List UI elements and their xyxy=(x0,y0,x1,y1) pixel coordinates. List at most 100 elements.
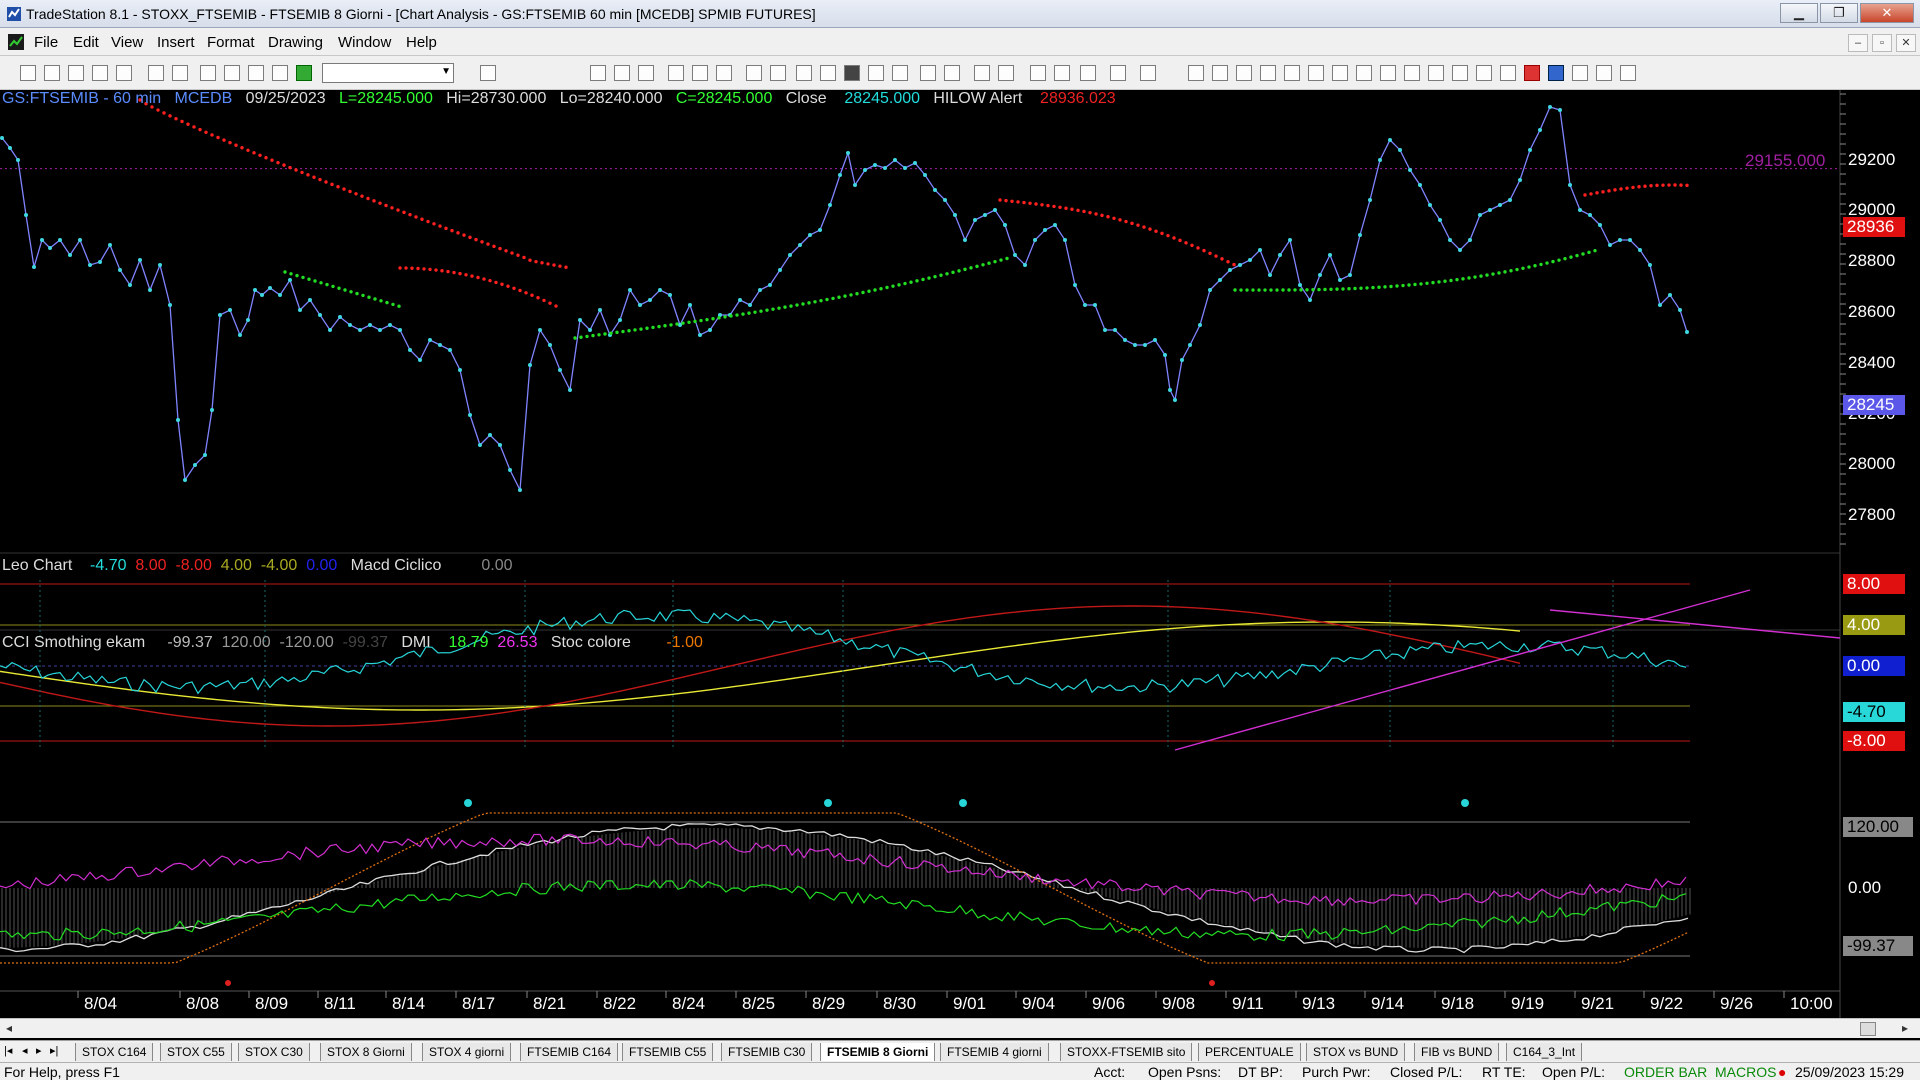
order-bar-button[interactable]: ORDER BAR xyxy=(1624,1064,1707,1080)
tab-stox-c30[interactable]: STOX C30 xyxy=(238,1043,310,1061)
menu-help[interactable]: Help xyxy=(406,34,437,51)
tab-fib-vs-bund[interactable]: FIB vs BUND xyxy=(1414,1043,1500,1061)
prev-tab-icon[interactable]: ◂ xyxy=(22,1044,28,1057)
scroll-thumb[interactable] xyxy=(1860,1022,1876,1036)
tools-icon[interactable] xyxy=(1080,65,1096,81)
indicator-icon[interactable] xyxy=(746,65,762,81)
snap-icon[interactable] xyxy=(1110,65,1126,81)
magnifier-icon[interactable] xyxy=(480,65,496,81)
menu-edit[interactable]: Edit xyxy=(73,34,99,51)
andrews-pitchfork-icon[interactable] xyxy=(1356,65,1372,81)
symbol-combobox[interactable]: ▼ xyxy=(322,63,454,83)
menu-drawing[interactable]: Drawing xyxy=(268,34,323,51)
mdi-close-button[interactable]: ✕ xyxy=(1896,34,1916,52)
zoom-in-icon[interactable] xyxy=(974,65,990,81)
print-icon[interactable] xyxy=(172,65,188,81)
menu-insert[interactable]: Insert xyxy=(157,34,195,51)
tab-percentuale[interactable]: PERCENTUALE xyxy=(1198,1043,1301,1061)
curve-icon[interactable] xyxy=(1500,65,1516,81)
mdi-restore-button[interactable]: ▫ xyxy=(1872,34,1892,52)
chart-type-icon[interactable] xyxy=(668,65,684,81)
tab-stoxx-ftsemib-sito[interactable]: STOXX-FTSEMIB sito xyxy=(1060,1043,1193,1061)
copy-icon[interactable] xyxy=(224,65,240,81)
restore-button[interactable]: ❐ xyxy=(1820,3,1858,23)
scroll-left-arrow-icon[interactable]: ◂ xyxy=(6,1021,12,1035)
speed-lines-icon[interactable] xyxy=(1284,65,1300,81)
watchlist-icon[interactable] xyxy=(820,65,836,81)
horizontal-scrollbar[interactable]: ◂ ▸ xyxy=(0,1018,1920,1038)
tab-stox-c55[interactable]: STOX C55 xyxy=(160,1043,232,1061)
chart-style-icon[interactable] xyxy=(272,65,288,81)
new-icon[interactable] xyxy=(20,65,36,81)
text-icon[interactable] xyxy=(1620,65,1636,81)
gann-fan-icon[interactable] xyxy=(1308,65,1324,81)
chart-canvas[interactable] xyxy=(0,90,1920,1018)
last-tab-icon[interactable]: ▸| xyxy=(50,1044,58,1057)
vertical-lines-icon[interactable] xyxy=(1212,65,1228,81)
bar-spacing-icon[interactable] xyxy=(892,65,908,81)
mdi-minimize-button[interactable]: – xyxy=(1848,34,1868,52)
tab-ftsemib-4-giorni[interactable]: FTSEMIB 4 giorni xyxy=(940,1043,1049,1061)
menu-file[interactable]: File xyxy=(34,34,58,51)
table-icon[interactable] xyxy=(638,65,654,81)
scroll-right-arrow-icon[interactable]: ▸ xyxy=(1902,1021,1908,1035)
menu-format[interactable]: Format xyxy=(207,34,255,51)
order-icon[interactable] xyxy=(1054,65,1070,81)
cycle-icon[interactable] xyxy=(1452,65,1468,81)
save-icon[interactable] xyxy=(148,65,164,81)
new-window-icon[interactable] xyxy=(92,65,108,81)
close-button[interactable]: ✕ xyxy=(1860,3,1914,23)
save-workspace-icon[interactable] xyxy=(68,65,84,81)
alert-label: HILOW Alert xyxy=(933,90,1023,107)
grid-view-icon[interactable] xyxy=(590,65,606,81)
tab-stox-4-giorni[interactable]: STOX 4 giorni xyxy=(422,1043,512,1061)
first-tab-icon[interactable]: |◂ xyxy=(4,1044,12,1057)
tab-ftsemib-c164[interactable]: FTSEMIB C164 xyxy=(520,1043,619,1061)
next-tab-icon[interactable]: ▸ xyxy=(36,1044,42,1057)
tab-ftsemib-c30[interactable]: FTSEMIB C30 xyxy=(721,1043,813,1061)
scroll-left-icon[interactable] xyxy=(920,65,936,81)
open-icon[interactable] xyxy=(44,65,60,81)
zoom-out-icon[interactable] xyxy=(998,65,1014,81)
regression-icon[interactable] xyxy=(1332,65,1348,81)
folder-icon[interactable] xyxy=(116,65,132,81)
macros-button[interactable]: MACROS xyxy=(1715,1064,1776,1080)
minimize-button[interactable]: ▁ xyxy=(1780,3,1818,23)
tab-ftsemib-8-giorni[interactable]: FTSEMIB 8 Giorni xyxy=(820,1043,936,1061)
cut-icon[interactable] xyxy=(200,65,216,81)
template-icon[interactable] xyxy=(1140,65,1156,81)
chevron-down-icon[interactable]: ▼ xyxy=(441,66,451,77)
tab-stox-8-giorni[interactable]: STOX 8 Giorni xyxy=(320,1043,412,1061)
tab-c164-3-int[interactable]: C164_3_Int xyxy=(1506,1043,1583,1061)
menu-view[interactable]: View xyxy=(111,34,143,51)
freehand-icon[interactable] xyxy=(1476,65,1492,81)
bar-chart-icon[interactable] xyxy=(692,65,708,81)
list-view-icon[interactable] xyxy=(614,65,630,81)
up-arrow-icon[interactable] xyxy=(1548,65,1564,81)
radar-icon[interactable] xyxy=(796,65,812,81)
chart-window[interactable]: GS:FTSEMIB - 60 min MCEDB 09/25/2023 L=2… xyxy=(0,90,1920,1030)
horizontal-lines-icon[interactable] xyxy=(1236,65,1252,81)
arc-icon[interactable] xyxy=(1428,65,1444,81)
down-arrow-icon[interactable] xyxy=(1524,65,1540,81)
pointer-icon[interactable] xyxy=(1030,65,1046,81)
chart-window-icon[interactable] xyxy=(8,34,24,50)
ellipse-icon[interactable] xyxy=(1572,65,1588,81)
tab-stox-vs-bund[interactable]: STOX vs BUND xyxy=(1306,1043,1406,1061)
insert-analysis-icon[interactable] xyxy=(716,65,732,81)
strategy-icon[interactable] xyxy=(770,65,786,81)
tab-stox-c164[interactable]: STOX C164 xyxy=(75,1043,154,1061)
tab-ftsemib-c55[interactable]: FTSEMIB C55 xyxy=(622,1043,714,1061)
rectangle-icon[interactable] xyxy=(1596,65,1612,81)
globe-icon[interactable] xyxy=(296,65,312,81)
scroll-right-icon[interactable] xyxy=(944,65,960,81)
channel-icon[interactable] xyxy=(1404,65,1420,81)
arrow-lines-icon[interactable] xyxy=(1380,65,1396,81)
dark-chart-icon[interactable] xyxy=(844,65,860,81)
price-dot xyxy=(176,418,180,422)
menu-window[interactable]: Window xyxy=(338,34,391,51)
data-window-icon[interactable] xyxy=(868,65,884,81)
fibonacci-icon[interactable] xyxy=(1260,65,1276,81)
trendline-icon[interactable] xyxy=(1188,65,1204,81)
lock-icon[interactable] xyxy=(248,65,264,81)
